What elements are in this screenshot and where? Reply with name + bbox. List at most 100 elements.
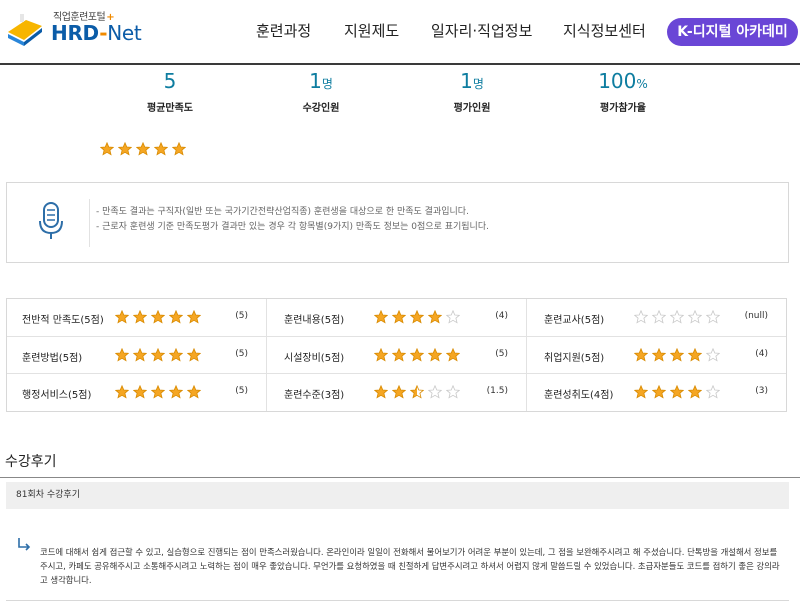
stat-value: 1 [309,69,322,93]
stat-unit: 명 [472,77,484,91]
rating-cell: 훈련방법(5점) (5) [7,337,266,375]
rating-cell: 훈련성취도(4점) (3) [527,374,786,412]
hrd-net-logo[interactable]: 직업훈련포털+ HRD-Net [6,6,146,46]
ratings-grid: 전반적 만족도(5점) (5) 훈련내용(5점) (4) 훈련교사(5점) (null) 훈… [6,298,787,412]
notice-text: - 만족도 결과는 구직자(일반 또는 국가기간전략산업직종) 훈련생을 대상으… [96,205,489,235]
star-filled-icon [392,310,406,324]
rating-cell: 훈련수준(3점) (1.5) [267,374,526,412]
star-filled-icon [133,310,147,324]
star-filled-icon [118,142,132,156]
rating-score: (5) [235,311,248,321]
logo-mark-icon [8,14,42,46]
star-filled-icon [374,310,388,324]
star-filled-icon [172,142,186,156]
rating-stars [115,348,205,367]
rating-cell: 훈련내용(5점) (4) [267,299,526,337]
rating-score: (5) [495,349,508,359]
rating-label: 훈련성취도(4점) [544,390,614,401]
review-text: 코드에 대해서 쉽게 접근할 수 있고, 실습형으로 진행되는 점이 만족스러웠… [40,547,780,585]
rating-cell: 전반적 만족도(5점) (5) [7,299,266,337]
star-empty-icon [706,348,720,362]
stat-enrolled: 1명 수강인원 [261,68,381,114]
notice-line: - 근로자 훈련생 기준 만족도평가 결과만 있는 경우 각 항목별(9가지) … [96,222,489,232]
star-empty-icon [446,385,460,399]
k-digital-academy-button[interactable]: K-디지털 아카데미 [667,18,798,46]
stat-participation-rate: 100% 평가참가율 [563,68,683,114]
star-filled-icon [670,385,684,399]
rating-score: (1.5) [486,386,508,396]
star-filled-icon [187,385,201,399]
rating-stars [374,348,464,367]
star-filled-icon [634,348,648,362]
star-empty-icon [652,310,666,324]
star-filled-icon [392,348,406,362]
star-filled-icon [688,348,702,362]
rating-stars [374,385,464,404]
rating-stars [374,310,464,329]
star-filled-icon [115,385,129,399]
microphone-icon [39,202,63,239]
star-filled-icon [410,348,424,362]
star-filled-icon [652,348,666,362]
star-filled-icon [169,385,183,399]
star-filled-icon [374,385,388,399]
star-empty-icon [428,385,442,399]
star-empty-icon [670,310,684,324]
star-filled-icon [151,348,165,362]
nav-jobs-info[interactable]: 일자리·직업정보 [431,20,532,41]
star-filled-icon [652,385,666,399]
rating-cell: 행정서비스(5점) (5) [7,374,266,412]
stat-label: 수강인원 [302,103,340,114]
review-bottom-divider [6,600,789,601]
star-filled-icon [428,310,442,324]
rating-label: 전반적 만족도(5점) [22,315,104,326]
stat-value: 1 [460,69,473,93]
nav-training-courses[interactable]: 훈련과정 [256,20,311,41]
review-session-label: 81회차 수강후기 [6,482,789,509]
star-filled-icon [136,142,150,156]
stat-label: 평균만족도 [147,103,193,114]
star-filled-icon [446,348,460,362]
reply-arrow-icon [18,538,31,551]
stat-unit: % [636,77,648,91]
stat-average-satisfaction: 5 평균만족도 [110,68,230,114]
star-filled-icon [154,142,168,156]
star-filled-icon [670,348,684,362]
star-filled-icon [115,310,129,324]
rating-label: 취업지원(5점) [544,353,605,364]
logo-wordmark: HRD-Net [51,21,142,45]
stat-evaluators: 1명 평가인원 [412,68,532,114]
star-filled-icon [410,310,424,324]
rating-label: 훈련교사(5점) [544,315,605,326]
rating-stars [115,385,205,404]
star-empty-icon [688,310,702,324]
overall-rating-stars [100,142,190,161]
star-filled-icon [133,348,147,362]
notice-divider [89,199,90,247]
star-filled-icon [688,385,702,399]
star-filled-icon [151,385,165,399]
star-filled-icon [100,142,114,156]
header-divider [0,63,800,65]
nav-support-system[interactable]: 지원제도 [344,20,399,41]
stat-label: 평가인원 [453,103,491,114]
stat-value: 5 [163,69,177,93]
star-empty-icon [446,310,460,324]
rating-score: (4) [495,311,508,321]
review-section-title: 수강후기 [5,454,57,470]
rating-score: (null) [744,311,768,321]
rating-label: 훈련내용(5점) [284,315,345,326]
rating-score: (5) [235,349,248,359]
rating-stars [634,348,724,367]
rating-label: 훈련수준(3점) [284,390,345,401]
nav-knowledge-center[interactable]: 지식정보센터 [563,20,646,41]
star-filled-icon [428,348,442,362]
rating-score: (5) [235,386,248,396]
star-filled-icon [169,310,183,324]
star-filled-icon [187,348,201,362]
rating-cell: 시설장비(5점) (5) [267,337,526,375]
stat-unit: 명 [321,77,333,91]
star-filled-icon [169,348,183,362]
rating-cell: 취업지원(5점) (4) [527,337,786,375]
star-empty-icon [706,310,720,324]
